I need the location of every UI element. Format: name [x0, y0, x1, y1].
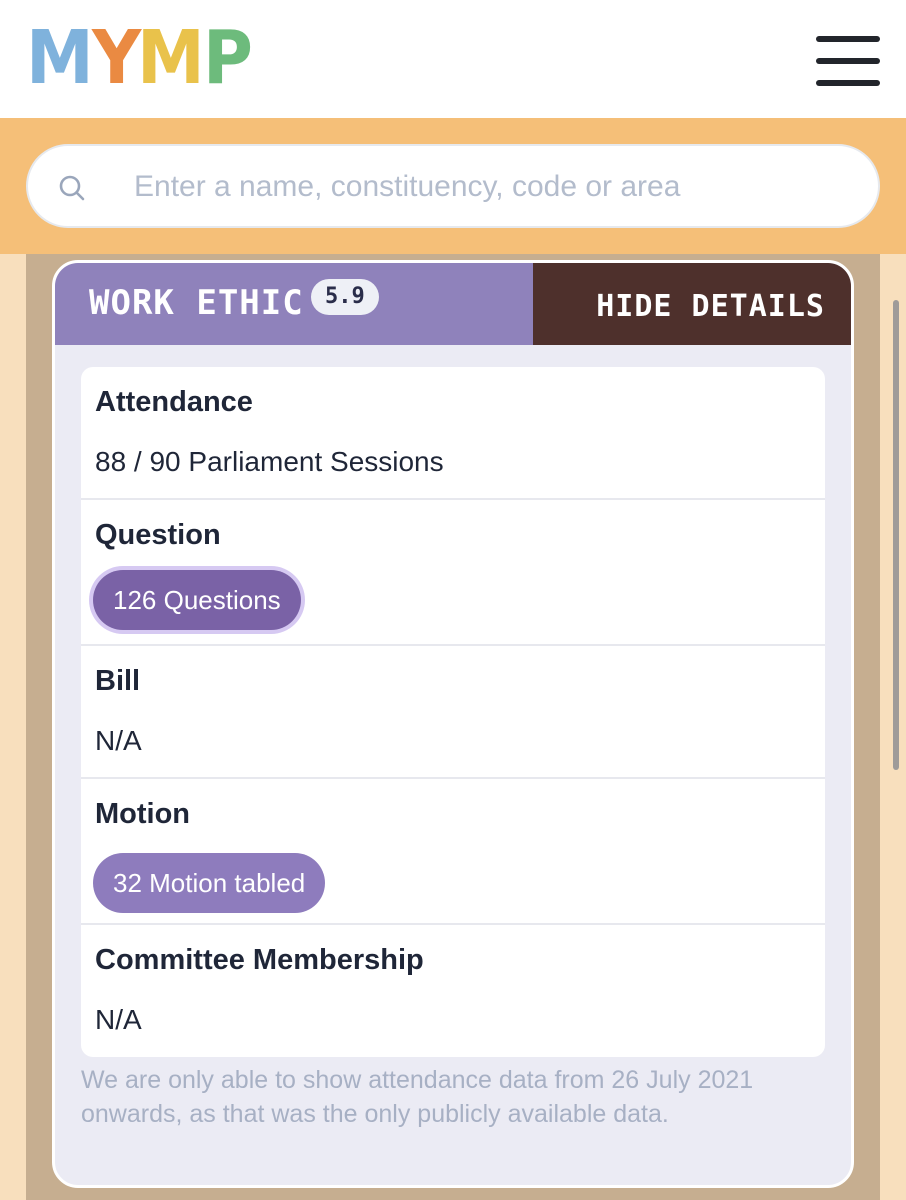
- score-badge: 5.9: [311, 279, 379, 315]
- detail-row-attendance: Attendance 88 / 90 Parliament Sessions: [81, 367, 825, 500]
- logo-letter-y: Y: [91, 15, 141, 101]
- detail-row-title: Committee Membership: [95, 944, 424, 976]
- hamburger-menu-icon[interactable]: [816, 36, 882, 88]
- search-icon: [59, 175, 85, 201]
- detail-row-value: N/A: [95, 1004, 142, 1035]
- scrollbar[interactable]: [893, 300, 899, 770]
- top-header: M Y M P: [0, 0, 906, 118]
- detail-row-motion: Motion 32 Motion tabled: [81, 779, 825, 925]
- detail-row-committee: Committee Membership N/A: [81, 925, 825, 1057]
- card-header: WORK ETHIC 5.9 HIDE DETAILS: [55, 263, 851, 345]
- logo-letter-p: P: [202, 15, 253, 101]
- detail-row-title: Attendance: [95, 386, 253, 418]
- detail-row-bill: Bill N/A: [81, 646, 825, 779]
- detail-row-value: 88 / 90 Parliament Sessions: [95, 446, 444, 477]
- search-band: [0, 118, 906, 254]
- detail-row-title: Question: [95, 519, 221, 551]
- search-input[interactable]: [134, 160, 854, 214]
- logo-letter-m1: M: [26, 15, 94, 101]
- detail-row-title: Motion: [95, 798, 191, 830]
- detail-row-title: Bill: [95, 665, 141, 697]
- menu-bar-bottom: [816, 80, 880, 86]
- menu-bar-middle: [816, 58, 880, 64]
- logo-letter-m2: M: [137, 15, 205, 101]
- menu-bar-top: [816, 36, 880, 42]
- card-title: WORK ETHIC: [89, 283, 304, 323]
- detail-row-value: N/A: [95, 725, 142, 756]
- mymp-logo[interactable]: M Y M P: [26, 15, 253, 101]
- hide-details-label: HIDE DETAILS: [596, 289, 825, 324]
- motions-pill-button[interactable]: 32 Motion tabled: [93, 853, 326, 913]
- search-box[interactable]: [26, 144, 880, 228]
- details-panel: Attendance 88 / 90 Parliament Sessions Q…: [81, 367, 825, 1057]
- detail-row-question: Question 126 Questions: [81, 500, 825, 646]
- hide-details-button[interactable]: HIDE DETAILS: [533, 263, 851, 345]
- card-header-title-area: WORK ETHIC 5.9: [55, 263, 533, 345]
- questions-pill-button[interactable]: 126 Questions: [93, 570, 301, 630]
- attendance-data-note: We are only able to show attendance data…: [81, 1066, 754, 1128]
- work-ethic-card: WORK ETHIC 5.9 HIDE DETAILS Attendance 8…: [52, 260, 854, 1188]
